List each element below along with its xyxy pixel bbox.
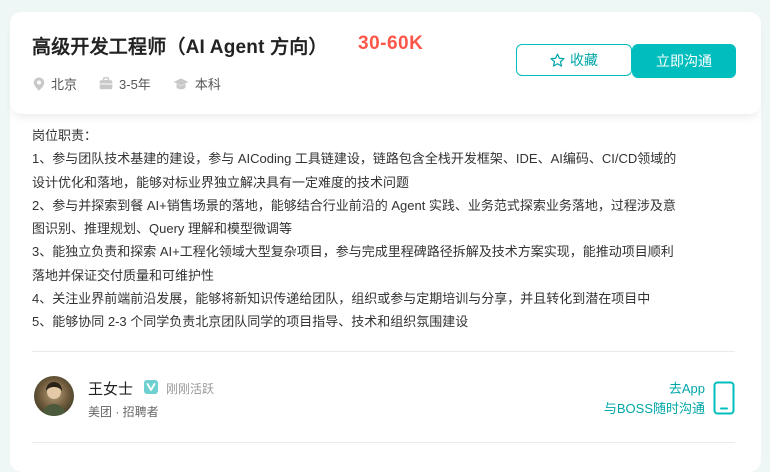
recruiter-avatar[interactable] xyxy=(34,376,74,416)
experience-text: 3-5年 xyxy=(119,77,151,92)
recruiter-company: 美团 · 招聘者 xyxy=(88,405,159,419)
meta-education: 本科 xyxy=(173,74,221,93)
recruiter-name: 王女士 xyxy=(88,381,134,398)
recruiter-active-status: 刚刚活跃 xyxy=(166,382,215,396)
description-line: 设计优化和落地，能够对标业界独立解决具有一定难度的技术问题 xyxy=(32,174,410,190)
description-line: 3、能独立负责和探索 AI+工程化领域大型复杂项目，参与完成里程碑路径拆解及技术… xyxy=(32,244,674,260)
favorite-button[interactable]: 收藏 xyxy=(516,44,632,76)
description-line: 4、关注业界前端前沿发展，能够将新知识传递给团队，组织或参与定期培训与分享，并且… xyxy=(32,291,651,307)
description-line: 1、参与团队技术基建的建设，参与 AICoding 工具链建设，链路包含全栈开发… xyxy=(32,151,677,167)
favorite-label: 收藏 xyxy=(570,52,598,68)
description-line: 图识别、推理规划、Query 理解和模型微调等 xyxy=(32,221,293,237)
job-header: 高级开发工程师（AI Agent 方向） 30-60K 北京 3-5年 本科 收… xyxy=(10,12,761,114)
app-prompt-line2: 与BOSS随时沟通 xyxy=(603,401,705,416)
meta-experience: 3-5年 xyxy=(99,74,151,93)
verified-icon xyxy=(144,380,158,394)
job-detail-page: 高级开发工程师（AI Agent 方向） 30-60K 北京 3-5年 本科 收… xyxy=(0,0,770,472)
chat-now-button[interactable]: 立即沟通 xyxy=(632,44,736,78)
bottom-divider xyxy=(32,442,735,443)
app-prompt-line1: 去App xyxy=(668,381,705,396)
description-line: 落地并保证交付质量和可维护性 xyxy=(32,267,215,283)
avatar-image xyxy=(34,376,74,416)
graduation-cap-icon xyxy=(173,78,189,89)
open-app-link[interactable]: 去App 与BOSS随时沟通 xyxy=(585,379,705,419)
job-title: 高级开发工程师（AI Agent 方向） xyxy=(32,37,328,58)
star-icon xyxy=(550,53,565,67)
description-line: 2、参与并探索到餐 AI+销售场景的落地，能够结合行业前沿的 Agent 实践、… xyxy=(32,197,676,213)
location-icon xyxy=(33,77,45,91)
section-divider xyxy=(32,351,735,352)
briefcase-icon xyxy=(99,77,113,90)
salary: 30-60K xyxy=(358,33,424,54)
job-card: 高级开发工程师（AI Agent 方向） 30-60K 北京 3-5年 本科 收… xyxy=(10,12,761,472)
description-line: 5、能够协同 2-3 个同学负责北京团队同学的项目指导、技术和组织氛围建设 xyxy=(32,314,469,330)
description-heading: 岗位职责： xyxy=(32,128,98,143)
meta-location: 北京 xyxy=(33,74,77,93)
job-meta: 北京 3-5年 本科 xyxy=(33,74,243,93)
job-description: 岗位职责： 1、参与团队技术基建的建设，参与 AICoding 工具链建设，链路… xyxy=(32,124,742,334)
education-text: 本科 xyxy=(194,77,221,92)
phone-icon[interactable] xyxy=(713,381,735,415)
location-text: 北京 xyxy=(51,77,78,92)
